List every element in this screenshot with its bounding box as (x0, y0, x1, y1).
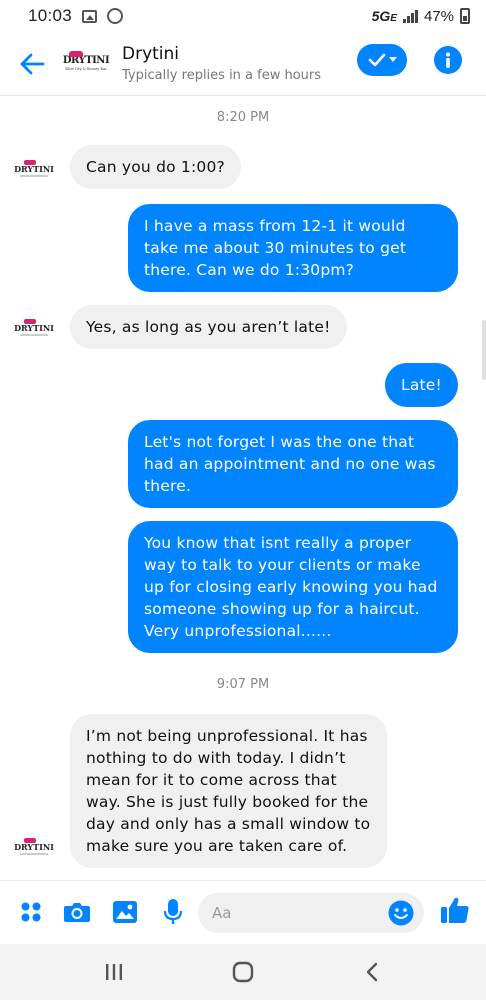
like-button[interactable] (440, 895, 470, 925)
status-bar: 10:03 5GE 47% (0, 0, 486, 32)
recents-button[interactable] (94, 952, 134, 992)
message-input-wrapper (198, 893, 424, 933)
message-input[interactable] (198, 893, 368, 933)
camera-button[interactable] (62, 897, 92, 927)
timestamp: 8:20 PM (216, 110, 270, 125)
drytini-logo-icon: DRYTINI (14, 160, 54, 177)
message-incoming[interactable]: Can you do 1:00? (70, 145, 241, 189)
apps-grid-icon (21, 902, 41, 922)
camera-icon (64, 903, 90, 922)
message-outgoing[interactable]: Let's not forget I was the one that had … (128, 420, 458, 508)
microphone-icon (163, 899, 183, 924)
caret-down-icon (388, 57, 397, 62)
signal-icon (402, 9, 418, 23)
sender-avatar[interactable]: DRYTINI (14, 316, 54, 340)
contact-avatar[interactable]: DRYTINI Blow Dry & Beauty Bar (62, 49, 110, 79)
logo-text: DRYTINI (62, 51, 110, 66)
contact-status: Typically replies in a few hours (122, 68, 322, 83)
recents-icon (106, 964, 123, 980)
gallery-notification-icon (82, 9, 98, 23)
battery-percent: 47% (423, 7, 454, 25)
message-outgoing[interactable]: Late! (385, 363, 458, 407)
svg-text:DRYTINI: DRYTINI (14, 842, 54, 852)
status-time: 10:03 (28, 6, 73, 25)
network-type: 5G (371, 8, 391, 24)
home-icon (232, 961, 254, 983)
message-incoming[interactable]: I’m not being unprofessional. It has not… (70, 714, 387, 868)
back-nav-icon (366, 962, 377, 982)
info-button[interactable] (434, 46, 462, 74)
home-button[interactable] (223, 952, 263, 992)
sender-avatar[interactable]: DRYTINI (14, 835, 54, 859)
composer-bar (0, 880, 486, 944)
drytini-logo-icon: DRYTINI (14, 838, 54, 855)
system-navigation-bar (0, 944, 486, 1000)
svg-text:DRYTINI: DRYTINI (14, 164, 54, 174)
message-incoming[interactable]: Yes, as long as you aren’t late! (70, 305, 347, 349)
status-menu-button[interactable] (357, 44, 407, 76)
message-outgoing[interactable]: You know that isnt really a proper way t… (128, 521, 458, 653)
apps-button[interactable] (16, 897, 46, 927)
back-nav-button[interactable] (352, 952, 392, 992)
sender-avatar[interactable]: DRYTINI (14, 157, 54, 181)
battery-icon (460, 8, 470, 24)
back-button[interactable] (0, 32, 64, 96)
back-arrow-icon (20, 53, 45, 74)
contact-info[interactable]: Drytini Typically replies in a few hours (122, 44, 321, 83)
gallery-icon (113, 901, 137, 923)
conversation-header: DRYTINI Blow Dry & Beauty Bar Drytini Ty… (0, 32, 486, 96)
emoji-icon (388, 900, 414, 926)
drytini-logo-icon: DRYTINI (14, 319, 54, 336)
logo-tagline: Blow Dry & Beauty Bar (65, 67, 107, 71)
scrollbar[interactable] (482, 320, 486, 380)
info-icon (446, 52, 450, 68)
network-suffix: E (390, 13, 397, 24)
message-thread[interactable]: 8:20 PM DRYTINI Can you do 1:00? I have … (0, 97, 486, 880)
gallery-button[interactable] (110, 897, 140, 927)
voice-button[interactable] (158, 897, 188, 927)
timestamp: 9:07 PM (216, 677, 270, 692)
svg-text:DRYTINI: DRYTINI (14, 323, 54, 333)
emoji-button[interactable] (388, 900, 414, 926)
messenger-notification-icon (107, 8, 124, 24)
network-indicator: 5GE (372, 8, 397, 24)
checkmark-icon (368, 53, 385, 67)
message-outgoing[interactable]: I have a mass from 12-1 it would take me… (128, 204, 458, 292)
thumbs-up-icon (441, 897, 469, 923)
contact-name: Drytini (122, 44, 180, 64)
